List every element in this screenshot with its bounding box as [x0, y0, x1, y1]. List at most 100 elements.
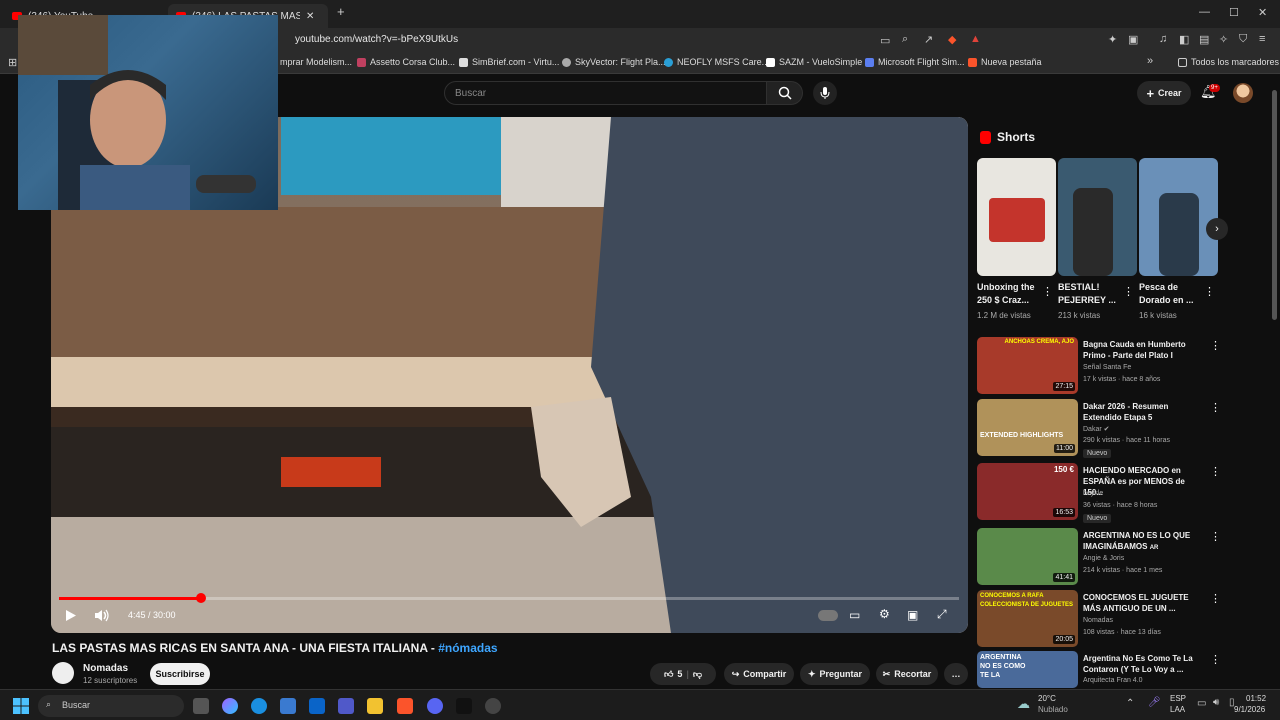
video-thumbnail[interactable]: EXTENDED HIGHLIGHTS 11:00: [977, 399, 1078, 456]
wallet-icon[interactable]: ▤: [1199, 33, 1209, 46]
channel-avatar[interactable]: [52, 662, 74, 684]
recommended-video[interactable]: CONOCEMOS A RAFA COLECCIONISTA DE JUGUET…: [977, 590, 1221, 647]
outlook-icon[interactable]: [309, 698, 325, 714]
subtitles-icon[interactable]: ▭: [849, 608, 860, 622]
short-title[interactable]: BESTIAL! PEJERREY ...: [1058, 281, 1126, 307]
channel-name[interactable]: Arquitecta Fran 4.0: [1083, 677, 1143, 684]
recommended-video[interactable]: 150 € 16:53 HACIENDO MERCADO en ESPAÑA e…: [977, 463, 1221, 523]
brave-shield-icon[interactable]: ◆: [948, 33, 956, 46]
copilot-icon[interactable]: [222, 698, 238, 714]
channel-name[interactable]: Señal Santa Fe: [1083, 364, 1131, 371]
screenshot-icon[interactable]: ▣: [1128, 33, 1138, 46]
brave-rewards-icon[interactable]: ▲: [970, 33, 981, 45]
close-tab-icon[interactable]: ✕: [306, 11, 314, 22]
tiktok-icon[interactable]: [456, 698, 472, 714]
video-title[interactable]: Argentina No Es Como Te La Contaron (Y T…: [1083, 653, 1207, 675]
vpn-icon[interactable]: ⛉: [1239, 33, 1247, 46]
video-menu-icon[interactable]: ⋮: [1210, 339, 1221, 352]
user-avatar[interactable]: [1233, 83, 1253, 103]
video-thumbnail[interactable]: CONOCEMOS A RAFA COLECCIONISTA DE JUGUET…: [977, 590, 1078, 647]
clip-button[interactable]: ✂ Recortar: [876, 663, 938, 685]
video-menu-icon[interactable]: ⋮: [1210, 592, 1221, 605]
short-menu-icon[interactable]: ⋮: [1042, 285, 1053, 298]
page-scrollbar[interactable]: [1272, 90, 1277, 320]
minimize-button[interactable]: —: [1199, 6, 1210, 18]
taskbar-search[interactable]: ⌕ Buscar: [38, 695, 184, 717]
clock-time[interactable]: 01:52: [1246, 694, 1266, 703]
thumbs-down-icon[interactable]: 👎︎: [693, 669, 702, 680]
recommended-video[interactable]: ARGENTINA NO ES COMO TE LA Argentina No …: [977, 651, 1217, 688]
like-button[interactable]: 👍︎ 5: [664, 669, 682, 680]
short-thumbnail[interactable]: [1058, 158, 1137, 276]
video-menu-icon[interactable]: ⋮: [1210, 401, 1221, 414]
create-button[interactable]: + Crear: [1137, 81, 1191, 105]
video-title[interactable]: CONOCEMOS EL JUGUETE MÁS ANTIGUO DE UN .…: [1083, 592, 1207, 614]
channel-name[interactable]: beykle: [1083, 490, 1103, 497]
microphone-tray-icon[interactable]: 🎤︎: [1148, 697, 1161, 708]
subscribe-button[interactable]: Suscribirse: [150, 663, 210, 685]
channel-name[interactable]: Angie & Joris: [1083, 555, 1124, 562]
miniplayer-icon[interactable]: ▣: [907, 608, 918, 622]
close-window-button[interactable]: ✕: [1258, 6, 1267, 19]
volume-icon[interactable]: [94, 609, 110, 622]
video-menu-icon[interactable]: ⋮: [1210, 530, 1221, 543]
video-menu-icon[interactable]: ⋮: [1210, 653, 1217, 666]
volume-tray-icon[interactable]: 🔊︎: [1213, 697, 1219, 708]
video-thumbnail[interactable]: 41:41: [977, 528, 1078, 585]
bookmark-item[interactable]: Nueva pestaña: [968, 57, 1042, 67]
short-menu-icon[interactable]: ⋮: [1204, 285, 1215, 298]
short-menu-icon[interactable]: ⋮: [1123, 285, 1134, 298]
video-thumbnail[interactable]: 150 € 16:53: [977, 463, 1078, 520]
obs-icon[interactable]: [485, 698, 501, 714]
bookmark-item[interactable]: Microsoft Flight Sim...: [865, 57, 965, 67]
search-input[interactable]: Buscar: [444, 81, 767, 105]
bookmark-item[interactable]: SkyVector: Flight Pla...: [562, 57, 666, 67]
recommended-video[interactable]: EXTENDED HIGHLIGHTS 11:00 Dakar 2026 - R…: [977, 399, 1221, 458]
video-thumbnail[interactable]: ANCHOAS CREMA, AJO 27:15: [977, 337, 1078, 394]
bookmark-item[interactable]: Assetto Corsa Club...: [357, 57, 455, 67]
autoplay-toggle[interactable]: [818, 610, 838, 621]
channel-name[interactable]: Dakar ✔: [1083, 425, 1110, 433]
play-icon[interactable]: [65, 609, 77, 622]
bookmark-item[interactable]: SimBrief.com - Virtu...: [459, 57, 559, 67]
network-icon[interactable]: ▭: [1197, 698, 1206, 709]
channel-name[interactable]: Nomadas: [83, 663, 128, 674]
language-code[interactable]: ESP: [1170, 694, 1186, 703]
edge-icon[interactable]: [251, 698, 267, 714]
bookmark-item[interactable]: SAZM - VueloSimple: [766, 57, 862, 67]
task-view-icon[interactable]: [193, 698, 209, 714]
video-thumbnail[interactable]: ARGENTINA NO ES COMO TE LA: [977, 651, 1078, 688]
more-actions-button[interactable]: …: [944, 663, 968, 685]
brave-icon[interactable]: [397, 698, 413, 714]
video-title[interactable]: Bagna Cauda en Humberto Primo - Parte de…: [1083, 339, 1207, 361]
maximize-button[interactable]: ☐: [1229, 6, 1239, 19]
cast-icon[interactable]: ▭: [880, 34, 890, 47]
new-tab-button[interactable]: +: [337, 4, 345, 19]
discord-icon[interactable]: [427, 698, 443, 714]
recommended-video[interactable]: 41:41 ARGENTINA NO ES LO QUE IMAGINÁBAMO…: [977, 528, 1221, 585]
fullscreen-icon[interactable]: ⤢: [937, 607, 947, 622]
all-bookmarks-button[interactable]: Todos los marcadores: [1178, 57, 1279, 67]
share-icon[interactable]: ↗: [924, 33, 933, 46]
bookmark-item[interactable]: NEOFLY MSFS Care...: [664, 57, 769, 67]
short-thumbnail[interactable]: [977, 158, 1056, 276]
extensions-icon[interactable]: ✦: [1108, 33, 1117, 46]
short-title[interactable]: Pesca de Dorado en ...: [1139, 281, 1207, 307]
windows-start-icon[interactable]: [13, 698, 29, 714]
leo-icon[interactable]: ✧: [1219, 33, 1228, 46]
menu-icon[interactable]: ≡: [1259, 33, 1265, 45]
media-icon[interactable]: ♫: [1159, 33, 1167, 45]
search-button[interactable]: [767, 81, 803, 105]
sidebar-icon[interactable]: ◧: [1179, 33, 1189, 46]
bookmark-item[interactable]: mprar Modelism...: [280, 57, 352, 67]
more-bookmarks-icon[interactable]: »: [1147, 55, 1153, 67]
file-explorer-icon[interactable]: [367, 698, 383, 714]
zoom-icon[interactable]: ⌕: [902, 33, 908, 46]
video-title[interactable]: ARGENTINA NO ES LO QUE IMAGINÁBAMOS AR: [1083, 530, 1207, 554]
store-icon[interactable]: [280, 698, 296, 714]
channel-name[interactable]: Nomadas: [1083, 617, 1113, 624]
apps-icon[interactable]: ⊞: [8, 56, 17, 69]
voice-search-button[interactable]: [813, 81, 837, 105]
shorts-next-button[interactable]: ›: [1206, 218, 1228, 240]
short-title[interactable]: Unboxing the 250 $ Craz...: [977, 281, 1045, 307]
